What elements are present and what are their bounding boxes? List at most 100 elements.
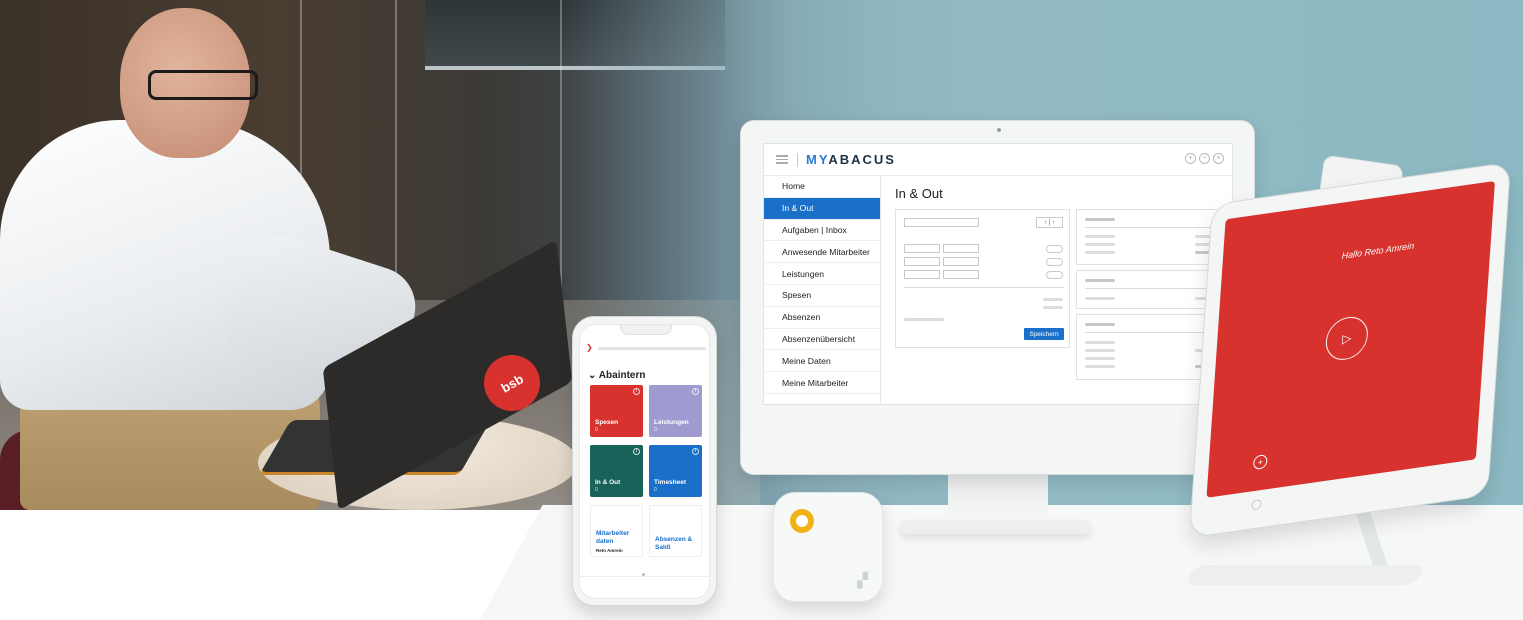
time-field[interactable] bbox=[943, 270, 979, 279]
save-button[interactable]: Speichern bbox=[1024, 328, 1064, 340]
card-row-label bbox=[1085, 297, 1115, 300]
terminal-logo-icon: ▞ bbox=[857, 572, 868, 588]
toggle-pill[interactable] bbox=[1046, 271, 1063, 279]
divider bbox=[1085, 332, 1215, 333]
date-navigation[interactable]: ‹ | › bbox=[1036, 217, 1063, 228]
monitor-foot bbox=[900, 520, 1090, 534]
tile-mitarbeiter-daten[interactable]: Mitarbeiter daten Reto Amrein bbox=[590, 505, 643, 557]
close-icon[interactable]: × bbox=[1213, 153, 1224, 164]
sidebar-item-in-out[interactable]: In & Out bbox=[764, 197, 880, 220]
sidebar-item-absenzenuebersicht[interactable]: Absenzenübersicht bbox=[764, 329, 880, 351]
brand-name: ABACUS bbox=[828, 152, 896, 167]
phone-notch bbox=[620, 325, 672, 335]
time-field[interactable] bbox=[904, 244, 940, 253]
tablet: Hallo Reto Amrein ▷ + bbox=[1188, 161, 1512, 539]
section-title[interactable]: ⌄ Abaintern bbox=[588, 370, 645, 381]
sidebar-item-home[interactable]: Home bbox=[764, 176, 880, 198]
tile-in-out[interactable]: i In & Out 0 bbox=[590, 445, 643, 497]
sidebar: Home In & Out Aufgaben | Inbox Anwesende… bbox=[764, 176, 881, 404]
sidebar-item-meine-mitarbeiter[interactable]: Meine Mitarbeiter bbox=[764, 372, 880, 394]
time-field[interactable] bbox=[943, 257, 979, 266]
summary-value bbox=[1043, 298, 1063, 301]
balance-card bbox=[1076, 209, 1224, 265]
toggle-pill[interactable] bbox=[1046, 258, 1063, 266]
abacus-logo-icon: ❯ bbox=[586, 343, 593, 352]
monitor-screen: MYABACUS + − × Home In & Out Aufgaben | … bbox=[763, 143, 1233, 405]
monitor-stand bbox=[948, 474, 1048, 524]
brand-prefix: MY bbox=[806, 152, 829, 167]
glasses bbox=[148, 70, 258, 100]
page-title: In & Out bbox=[895, 186, 943, 201]
tile-timesheet[interactable]: i Timesheet 0 bbox=[649, 445, 702, 497]
card-heading bbox=[1085, 218, 1115, 221]
tile-count: 0 bbox=[595, 487, 598, 493]
card-row-label bbox=[1085, 235, 1115, 238]
tablet-screen: Hallo Reto Amrein ▷ + bbox=[1206, 180, 1495, 498]
tile-leistungen[interactable]: i Leistungen 0 bbox=[649, 385, 702, 437]
info-icon[interactable]: i bbox=[633, 388, 640, 395]
tile-label: Absenzen & Saldi bbox=[655, 536, 693, 551]
toggle-pill[interactable] bbox=[1046, 245, 1063, 253]
tile-count: 0 bbox=[595, 427, 598, 433]
card-row-label bbox=[1085, 349, 1115, 352]
sidebar-item-leistungen[interactable]: Leistungen bbox=[764, 263, 880, 285]
tile-subtitle: Reto Amrein bbox=[596, 548, 623, 553]
info-icon[interactable]: i bbox=[633, 448, 640, 455]
summary-label bbox=[904, 318, 944, 321]
maximize-icon[interactable]: + bbox=[1185, 153, 1196, 164]
home-button-icon[interactable] bbox=[1251, 498, 1262, 511]
section-title-text: Abaintern bbox=[598, 370, 646, 381]
info-icon[interactable]: i bbox=[692, 448, 699, 455]
summary-value bbox=[1043, 306, 1063, 309]
card-heading bbox=[1085, 279, 1115, 282]
tile-absenzen-saldi[interactable]: Absenzen & Saldi bbox=[649, 505, 702, 557]
card-row-label bbox=[1085, 365, 1115, 368]
sidebar-item-aufgaben-inbox[interactable]: Aufgaben | Inbox bbox=[764, 220, 880, 242]
smartphone: ❯ ⌄ Abaintern i Spesen 0 i Leistungen 0 … bbox=[572, 316, 717, 606]
hamburger-icon[interactable] bbox=[776, 155, 788, 164]
phone-bottom-bar bbox=[580, 576, 709, 598]
tile-label: Leistungen bbox=[654, 419, 689, 426]
date-field[interactable] bbox=[904, 218, 979, 227]
tile-label: Timesheet bbox=[654, 479, 687, 486]
app-header: MYABACUS + − × bbox=[764, 144, 1232, 176]
time-entry-form: ‹ | › Speichern bbox=[895, 209, 1070, 348]
sidebar-item-meine-daten[interactable]: Meine Daten bbox=[764, 350, 880, 373]
divider bbox=[904, 287, 1064, 288]
brand-logo: MYABACUS bbox=[806, 152, 896, 167]
sidebar-item-absenzen[interactable]: Absenzen bbox=[764, 307, 880, 329]
minimize-icon[interactable]: − bbox=[1199, 153, 1210, 164]
divider bbox=[1085, 288, 1215, 289]
toolbar-placeholder bbox=[598, 346, 706, 350]
tile-count: 0 bbox=[654, 427, 657, 433]
summary-card bbox=[1076, 270, 1224, 309]
divider bbox=[1085, 227, 1215, 228]
plus-icon[interactable]: + bbox=[1252, 453, 1268, 471]
desktop-monitor: MYABACUS + − × Home In & Out Aufgaben | … bbox=[740, 120, 1255, 475]
card-row-label bbox=[1085, 243, 1115, 246]
tile-spesen[interactable]: i Spesen 0 bbox=[590, 385, 643, 437]
tile-count: 0 bbox=[654, 487, 657, 493]
time-field[interactable] bbox=[904, 257, 940, 266]
hero-scene: bsb MYABACUS + − × Home In & Out Aufgabe… bbox=[0, 0, 1523, 620]
tablet-base bbox=[1184, 565, 1426, 585]
window-controls: + − × bbox=[1185, 153, 1224, 164]
play-icon[interactable]: ▷ bbox=[1324, 314, 1370, 363]
terminal-sensor-icon bbox=[790, 509, 814, 533]
sidebar-item-anwesende-mitarbeiter[interactable]: Anwesende Mitarbeiter bbox=[764, 241, 880, 264]
time-terminal-device: ▞ bbox=[773, 492, 883, 602]
info-icon[interactable]: i bbox=[692, 388, 699, 395]
sidebar-item-spesen[interactable]: Spesen bbox=[764, 285, 880, 307]
tile-label: In & Out bbox=[595, 479, 621, 486]
time-field[interactable] bbox=[904, 270, 940, 279]
card-heading bbox=[1085, 323, 1115, 326]
phone-toolbar: ❯ bbox=[586, 343, 706, 353]
camera-icon bbox=[997, 128, 1001, 132]
time-field[interactable] bbox=[943, 244, 979, 253]
phone-screen: ❯ ⌄ Abaintern i Spesen 0 i Leistungen 0 … bbox=[579, 324, 710, 599]
card-row-label bbox=[1085, 251, 1115, 254]
tile-label: Mitarbeiter daten bbox=[596, 530, 630, 545]
header-divider bbox=[797, 152, 798, 167]
tablet-greeting: Hallo Reto Amrein bbox=[1341, 240, 1415, 262]
card-row-label bbox=[1085, 357, 1115, 360]
